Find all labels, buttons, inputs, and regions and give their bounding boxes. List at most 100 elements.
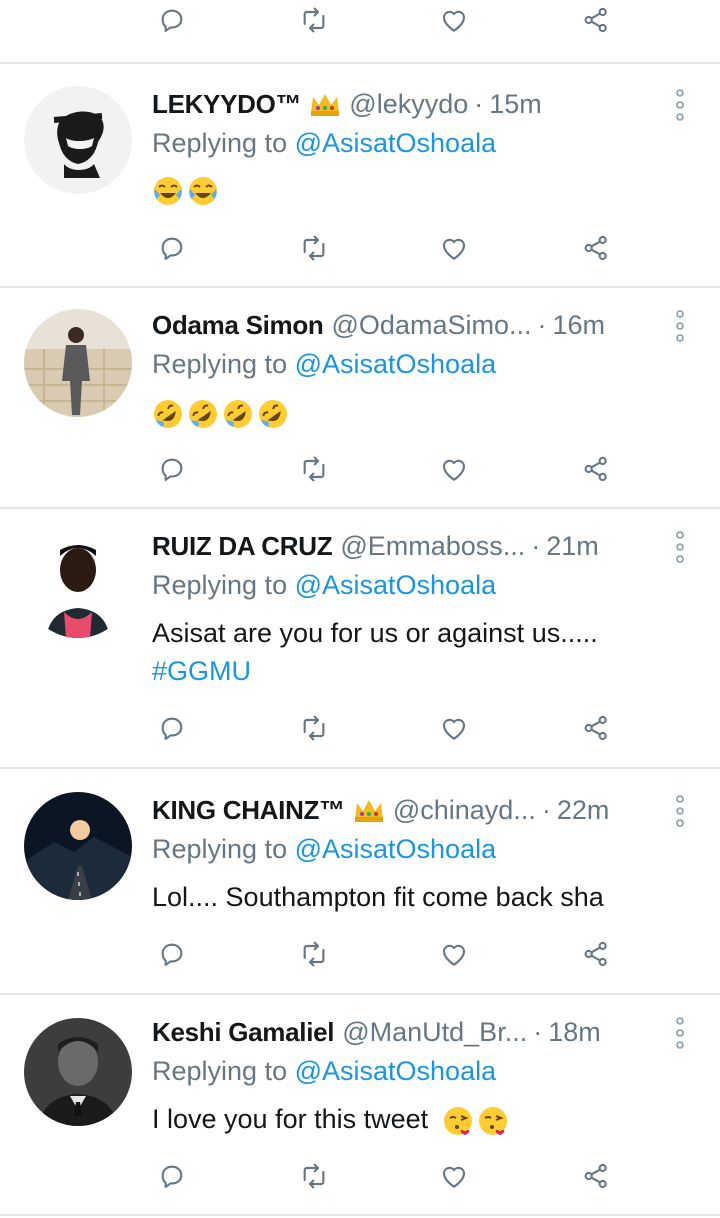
display-name[interactable]: LEKYYDO™ [152,89,302,120]
avatar[interactable] [24,86,132,194]
divider [0,1214,720,1216]
display-name[interactable]: KING CHAINZ™ [152,795,345,826]
divider [0,767,720,769]
tweet-text [152,168,222,210]
heart-icon[interactable] [434,0,474,40]
tweet-text-content: I love you for this tweet [152,1104,429,1134]
replying-to: Replying to @AsisatOshoala [152,834,497,864]
user-handle[interactable]: @lekyydo [349,89,468,120]
heart-icon[interactable] [434,708,474,748]
heart-icon[interactable] [434,449,474,489]
mention-link[interactable]: @AsisatOshoala [295,128,497,158]
crown-icon [353,797,385,823]
avatar[interactable] [24,1018,132,1126]
top-action-bar [152,0,622,40]
avatar[interactable] [24,309,132,417]
separator-dot: · [537,309,547,340]
mention-link[interactable]: @AsisatOshoala [295,1056,497,1086]
rolling-on-floor-laughing-icon [152,398,184,430]
tweet-text: I love you for this tweet [152,1098,512,1140]
timestamp: 22m [556,794,610,825]
heart-icon[interactable] [434,228,474,268]
more-icon[interactable] [670,88,690,122]
share-icon[interactable] [576,449,616,489]
divider [0,993,720,995]
tweet-header: LEKYYDO™ @lekyydo · 15m [152,84,652,124]
mention-link[interactable]: @AsisatOshoala [295,834,497,864]
tweet-text [152,391,292,433]
divider [0,62,720,64]
face-with-tears-of-joy-icon [152,175,184,207]
display-name[interactable]: Keshi Gamaliel [152,1017,335,1048]
more-icon[interactable] [670,1016,690,1050]
mention-link[interactable]: @AsisatOshoala [295,349,497,379]
action-bar [152,708,622,748]
retweet-icon[interactable] [294,228,334,268]
user-handle[interactable]: @ManUtd_Br... [342,1017,527,1048]
share-icon[interactable] [576,934,616,974]
more-icon[interactable] [670,794,690,828]
reply-icon[interactable] [152,0,192,40]
tweet-item[interactable]: RUIZ DA CRUZ @Emmaboss... · 21m Replying… [0,526,720,746]
reply-icon[interactable] [152,449,192,489]
replying-to: Replying to @AsisatOshoala [152,570,497,600]
timestamp: 16m [552,309,606,340]
tweet-item[interactable]: Keshi Gamaliel @ManUtd_Br... · 18m Reply… [0,1012,720,1202]
tweet-item[interactable]: Odama Simon @OdamaSimo... · 16m Replying… [0,305,720,485]
timestamp: 21m [546,530,599,561]
tweet-header: Odama Simon @OdamaSimo... · 16m [152,305,652,345]
tweet-item[interactable]: KING CHAINZ™ @chinayd... · 22m Replying … [0,790,720,970]
replying-to: Replying to @AsisatOshoala [152,1056,497,1086]
tweet-header: KING CHAINZ™ @chinayd... · 22m [152,790,652,830]
separator-dot: · [541,794,551,825]
timestamp: 18m [548,1016,601,1047]
display-name[interactable]: Odama Simon [152,310,324,341]
tweet-header: Keshi Gamaliel @ManUtd_Br... · 18m [152,1012,652,1052]
share-icon[interactable] [576,1156,616,1196]
replying-to: Replying to @AsisatOshoala [152,349,497,379]
replying-to: Replying to @AsisatOshoala [152,128,497,158]
hashtag-link[interactable]: #GGMU [152,650,251,692]
user-handle[interactable]: @OdamaSimo... [332,310,532,341]
more-icon[interactable] [670,309,690,343]
tweet-text: Lol.... Southampton fit come back sha [152,882,604,912]
share-icon[interactable] [576,708,616,748]
tweet-header: RUIZ DA CRUZ @Emmaboss... · 21m [152,526,652,566]
action-bar [152,1156,622,1196]
action-bar [152,228,622,268]
face-blowing-a-kiss-icon [442,1105,474,1137]
divider [0,286,720,288]
share-icon[interactable] [576,228,616,268]
separator-dot: · [474,88,484,119]
timestamp: 15m [489,88,542,119]
mention-link[interactable]: @AsisatOshoala [295,570,497,600]
retweet-icon[interactable] [294,449,334,489]
reply-icon[interactable] [152,934,192,974]
share-icon[interactable] [576,0,616,40]
tweet-item[interactable]: LEKYYDO™ @lekyydo · 15m Replying to @Asi… [0,84,720,264]
retweet-icon[interactable] [294,0,334,40]
rolling-on-floor-laughing-icon [257,398,289,430]
reply-icon[interactable] [152,708,192,748]
more-icon[interactable] [670,530,690,564]
retweet-icon[interactable] [294,708,334,748]
heart-icon[interactable] [434,1156,474,1196]
user-handle[interactable]: @chinayd... [393,795,536,826]
face-with-tears-of-joy-icon [187,175,219,207]
separator-dot: · [531,530,541,561]
display-name[interactable]: RUIZ DA CRUZ [152,531,333,562]
reply-icon[interactable] [152,1156,192,1196]
crown-icon [309,91,341,117]
user-handle[interactable]: @Emmaboss... [340,531,525,562]
avatar[interactable] [24,530,132,638]
avatar[interactable] [24,792,132,900]
retweet-icon[interactable] [294,1156,334,1196]
face-blowing-a-kiss-icon [477,1105,509,1137]
rolling-on-floor-laughing-icon [222,398,254,430]
heart-icon[interactable] [434,934,474,974]
divider [0,507,720,509]
reply-icon[interactable] [152,228,192,268]
retweet-icon[interactable] [294,934,334,974]
action-bar [152,934,622,974]
tweet-text: Asisat are you for us or against us..... [152,618,598,648]
